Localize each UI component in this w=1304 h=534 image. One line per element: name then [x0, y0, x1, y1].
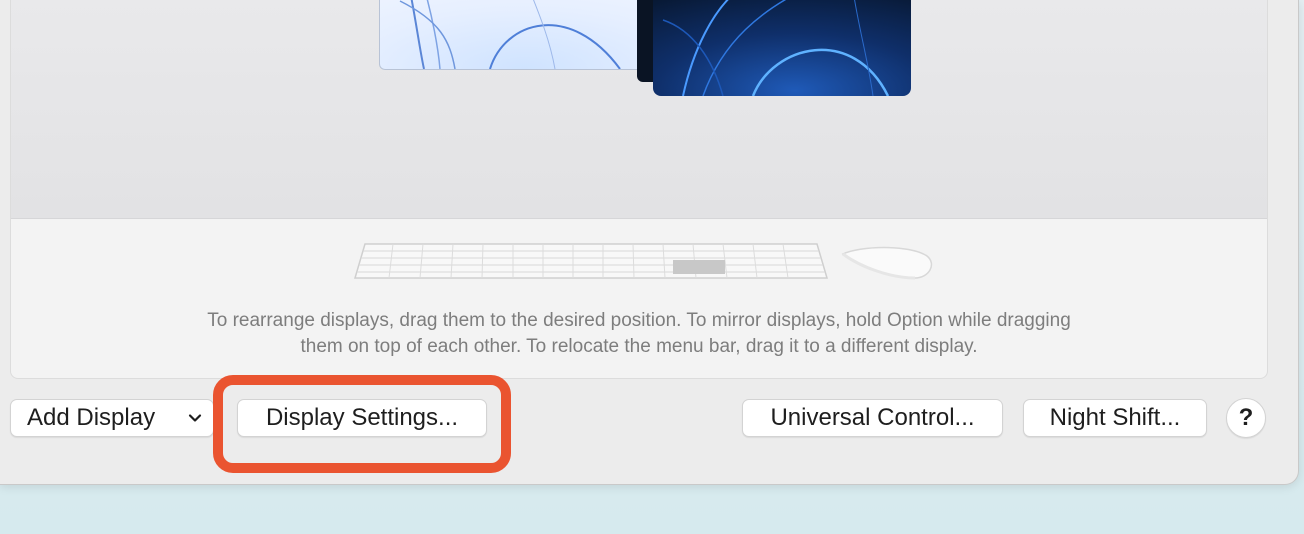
highlight-annotation	[213, 375, 511, 473]
night-shift-button[interactable]: Night Shift...	[1023, 399, 1207, 437]
universal-control-button[interactable]: Universal Control...	[742, 399, 1003, 437]
display-arrangement-panel: To rearrange displays, drag them to the …	[10, 0, 1268, 379]
add-display-button[interactable]: Add Display	[10, 399, 214, 437]
arrangement-instructions: To rearrange displays, drag them to the …	[11, 308, 1267, 360]
keyboard-icon	[353, 243, 829, 279]
instructions-line-1: To rearrange displays, drag them to the …	[207, 310, 1071, 331]
display-thumbnail-main[interactable]	[653, 0, 911, 96]
add-display-label: Add Display	[27, 404, 156, 431]
instructions-line-2: them on top of each other. To relocate t…	[300, 336, 978, 357]
mouse-icon	[841, 246, 933, 280]
help-button[interactable]: ?	[1226, 398, 1266, 438]
display-thumbnail-secondary[interactable]	[379, 0, 643, 70]
displays-settings-window: To rearrange displays, drag them to the …	[0, 0, 1299, 485]
display-arrangement-area	[11, 0, 1267, 219]
chevron-down-icon	[188, 414, 202, 422]
